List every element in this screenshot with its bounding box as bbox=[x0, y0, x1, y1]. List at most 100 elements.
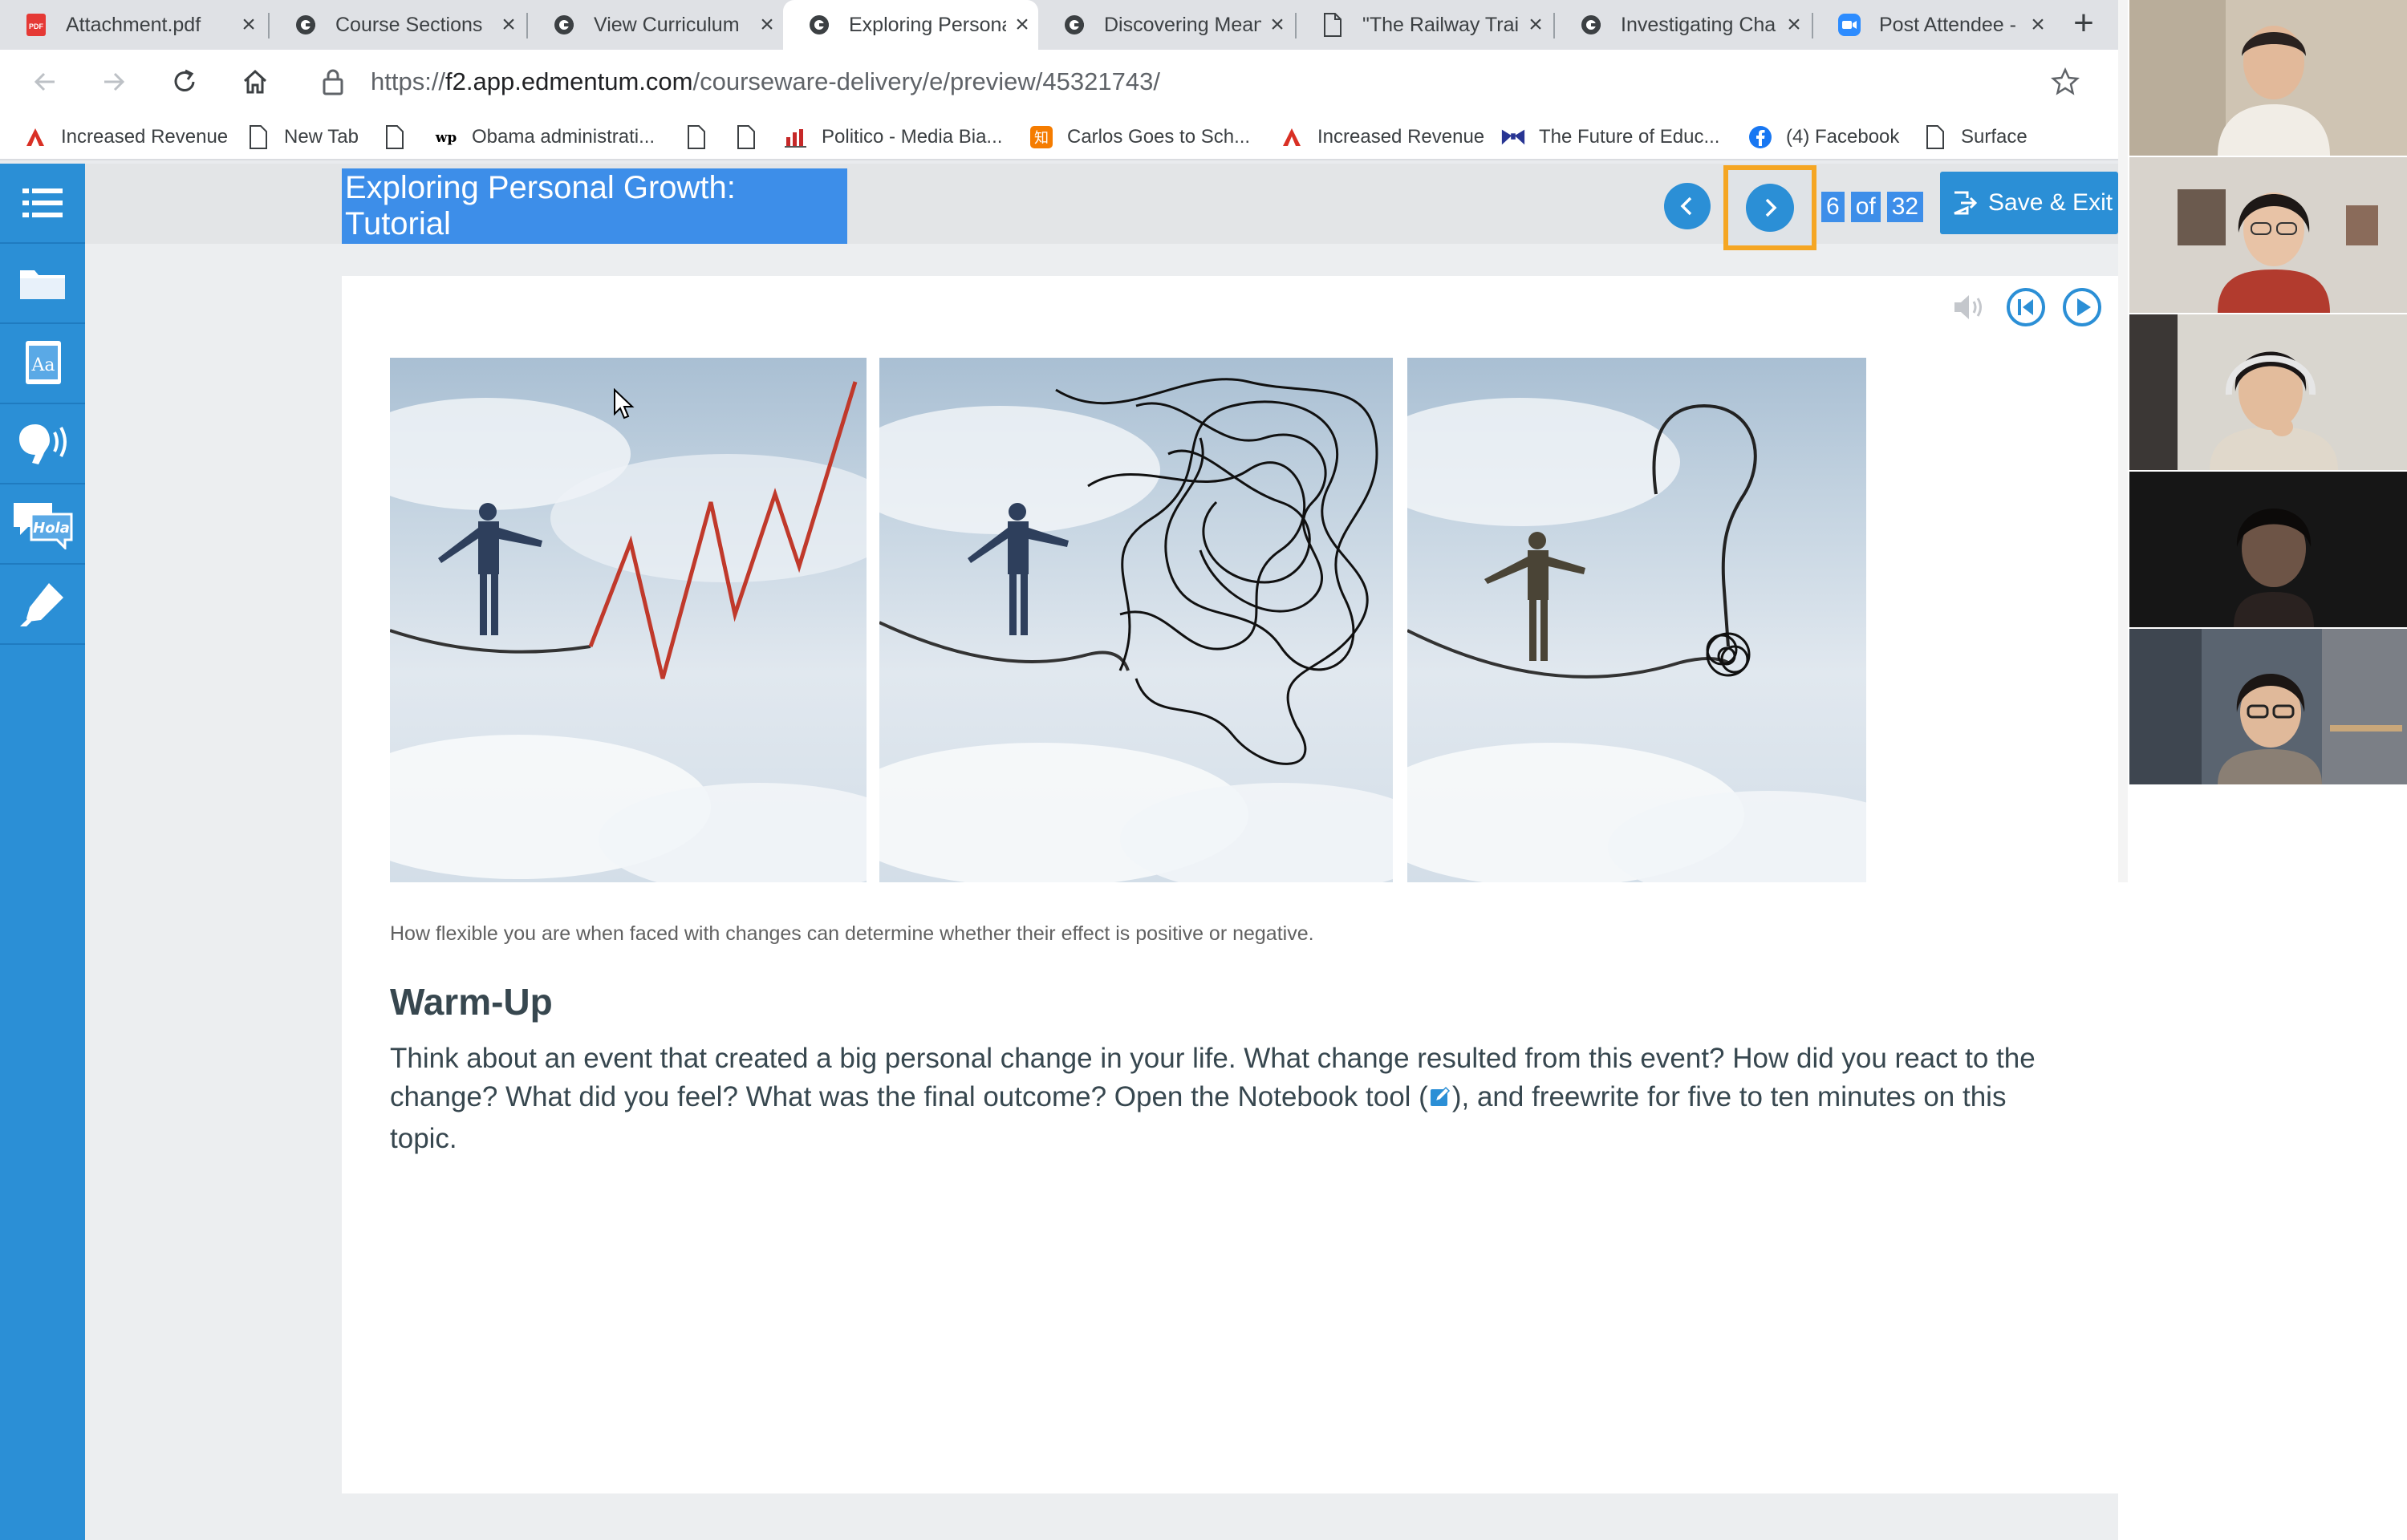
tab-exploring-personal[interactable]: Exploring Persona × bbox=[783, 0, 1038, 50]
highlighter-button[interactable] bbox=[0, 565, 85, 645]
bookmark-item[interactable]: Increased Revenue bbox=[1279, 122, 1484, 152]
bookmark-item[interactable] bbox=[684, 122, 722, 152]
chevron-right-icon bbox=[1765, 198, 1777, 217]
highlighter-icon bbox=[20, 583, 63, 626]
warm-up-instructions: Think about an event that created a big … bbox=[390, 1040, 2059, 1158]
table-of-contents-button[interactable] bbox=[0, 164, 85, 244]
new-tab-button[interactable]: + bbox=[2064, 5, 2104, 45]
save-exit-label: Save & Exit bbox=[1988, 189, 2113, 216]
section-heading: Warm-Up bbox=[390, 981, 553, 1023]
svg-text:Aa: Aa bbox=[30, 355, 55, 375]
close-icon[interactable]: × bbox=[233, 11, 265, 38]
tab-title: Course Sections bbox=[335, 13, 483, 36]
bookmark-item[interactable]: Increased Revenue bbox=[22, 122, 228, 152]
close-icon[interactable]: × bbox=[1006, 11, 1038, 38]
page-total: 32 bbox=[1886, 192, 1924, 222]
page-icon bbox=[733, 124, 759, 150]
edmentum-icon bbox=[552, 13, 576, 37]
exit-icon bbox=[1951, 190, 1977, 216]
participant-video[interactable] bbox=[2129, 629, 2407, 784]
bookmark-item[interactable]: The Future of Educ... bbox=[1500, 122, 1719, 152]
home-button[interactable] bbox=[236, 63, 274, 101]
close-icon[interactable]: × bbox=[751, 11, 783, 38]
participant-video[interactable] bbox=[2129, 472, 2407, 627]
reload-button[interactable] bbox=[165, 63, 204, 101]
tab-title: View Curriculum bbox=[594, 13, 740, 36]
bookmark-item[interactable]: 知 Carlos Goes to Sch... bbox=[1029, 122, 1250, 152]
participant-video[interactable] bbox=[2129, 0, 2407, 156]
bookmark-label: New Tab bbox=[284, 126, 359, 148]
tab-course-sections[interactable]: Course Sections × bbox=[270, 0, 525, 50]
forward-button[interactable] bbox=[95, 63, 133, 101]
reload-icon bbox=[174, 69, 195, 91]
tab-attachment[interactable]: PDF Attachment.pdf × bbox=[0, 0, 265, 50]
chart-icon bbox=[783, 124, 809, 150]
back-button[interactable] bbox=[26, 63, 64, 101]
arrow-left-icon bbox=[34, 72, 55, 91]
translate-button[interactable]: Hola bbox=[0, 484, 85, 565]
bookmark-item[interactable]: wp Obama administrati... bbox=[433, 122, 655, 152]
tab-title: "The Railway Trai bbox=[1362, 13, 1520, 36]
restart-audio-button[interactable] bbox=[2006, 287, 2046, 327]
bookmark-item[interactable] bbox=[382, 122, 420, 152]
page-current: 6 bbox=[1821, 192, 1845, 222]
arrow-right-icon bbox=[104, 72, 125, 91]
facebook-icon bbox=[1747, 124, 1773, 150]
chevron-left-icon bbox=[1680, 197, 1692, 216]
bookmark-label: (4) Facebook bbox=[1786, 126, 1900, 148]
home-icon bbox=[243, 69, 267, 94]
adobe-icon bbox=[22, 124, 48, 150]
bookmark-label: Increased Revenue bbox=[1317, 126, 1485, 148]
bookmarks-bar: Increased Revenue New Tab wp Obama admini… bbox=[0, 114, 2118, 160]
participant-video[interactable] bbox=[2129, 314, 2407, 470]
address-bar: https://f2.app.edmentum.com/courseware-d… bbox=[0, 50, 2118, 114]
close-icon[interactable]: × bbox=[1261, 11, 1293, 38]
bookmark-item[interactable] bbox=[733, 122, 772, 152]
close-icon[interactable]: × bbox=[2022, 11, 2054, 38]
speaker-icon bbox=[1954, 295, 1982, 319]
bookmark-label: The Future of Educ... bbox=[1539, 126, 1720, 148]
text-to-speech-button[interactable] bbox=[0, 404, 85, 484]
bookmark-item[interactable]: New Tab bbox=[246, 122, 359, 152]
url-input[interactable]: https://f2.app.edmentum.com/courseware-d… bbox=[371, 58, 2023, 106]
page-icon bbox=[1922, 124, 1948, 150]
bookmark-label: Increased Revenue bbox=[61, 126, 229, 148]
next-page-button[interactable] bbox=[1746, 184, 1794, 232]
bookmark-label: Surface bbox=[1961, 126, 2027, 148]
translate-label: Hola bbox=[33, 520, 70, 537]
bookmark-item[interactable]: Surface bbox=[1922, 122, 2027, 152]
tab-title: Investigating Cha bbox=[1621, 13, 1776, 36]
tab-view-curriculum[interactable]: View Curriculum × bbox=[528, 0, 783, 50]
play-audio-button[interactable] bbox=[2062, 287, 2102, 327]
edmentum-icon bbox=[1062, 13, 1086, 37]
list-icon bbox=[22, 188, 63, 217]
close-icon[interactable]: × bbox=[1778, 11, 1810, 38]
close-icon[interactable]: × bbox=[493, 11, 525, 38]
tab-railway-train[interactable]: "The Railway Trai × bbox=[1297, 0, 1552, 50]
tab-post-attendee[interactable]: Post Attendee - Z × bbox=[1813, 0, 2054, 50]
resources-button[interactable] bbox=[0, 244, 85, 324]
bookmark-star-icon[interactable] bbox=[2050, 67, 2080, 100]
lock-icon[interactable] bbox=[321, 67, 345, 100]
tool-sidebar: Aa Hola bbox=[0, 164, 85, 1540]
tab-strip: PDF Attachment.pdf × Course Sections × V… bbox=[0, 0, 2118, 50]
close-icon[interactable]: × bbox=[1520, 11, 1552, 38]
save-exit-button[interactable]: Save & Exit bbox=[1940, 172, 2118, 234]
pdf-icon: PDF bbox=[24, 13, 48, 37]
tab-discovering-meaning[interactable]: Discovering Mean × bbox=[1038, 0, 1293, 50]
dictionary-button[interactable]: Aa bbox=[0, 324, 85, 404]
zoom-icon bbox=[1837, 13, 1861, 37]
notebook-icon bbox=[1428, 1081, 1452, 1120]
bookmark-item[interactable]: Politico - Media Bia... bbox=[783, 122, 1002, 152]
volume-button[interactable] bbox=[1950, 287, 1990, 327]
edmentum-icon bbox=[294, 13, 318, 37]
url-path: /courseware-delivery/e/preview/45321743/ bbox=[692, 67, 1160, 95]
tab-investigating-change[interactable]: Investigating Cha × bbox=[1555, 0, 1810, 50]
url-prefix: https:// bbox=[371, 67, 446, 95]
bookmark-item[interactable]: (4) Facebook bbox=[1747, 122, 1899, 152]
edmentum-icon bbox=[1579, 13, 1603, 37]
bookmark-label: Carlos Goes to Sch... bbox=[1067, 126, 1251, 148]
previous-page-button[interactable] bbox=[1664, 183, 1711, 229]
participant-video[interactable] bbox=[2129, 157, 2407, 313]
adobe-icon bbox=[1279, 124, 1305, 150]
